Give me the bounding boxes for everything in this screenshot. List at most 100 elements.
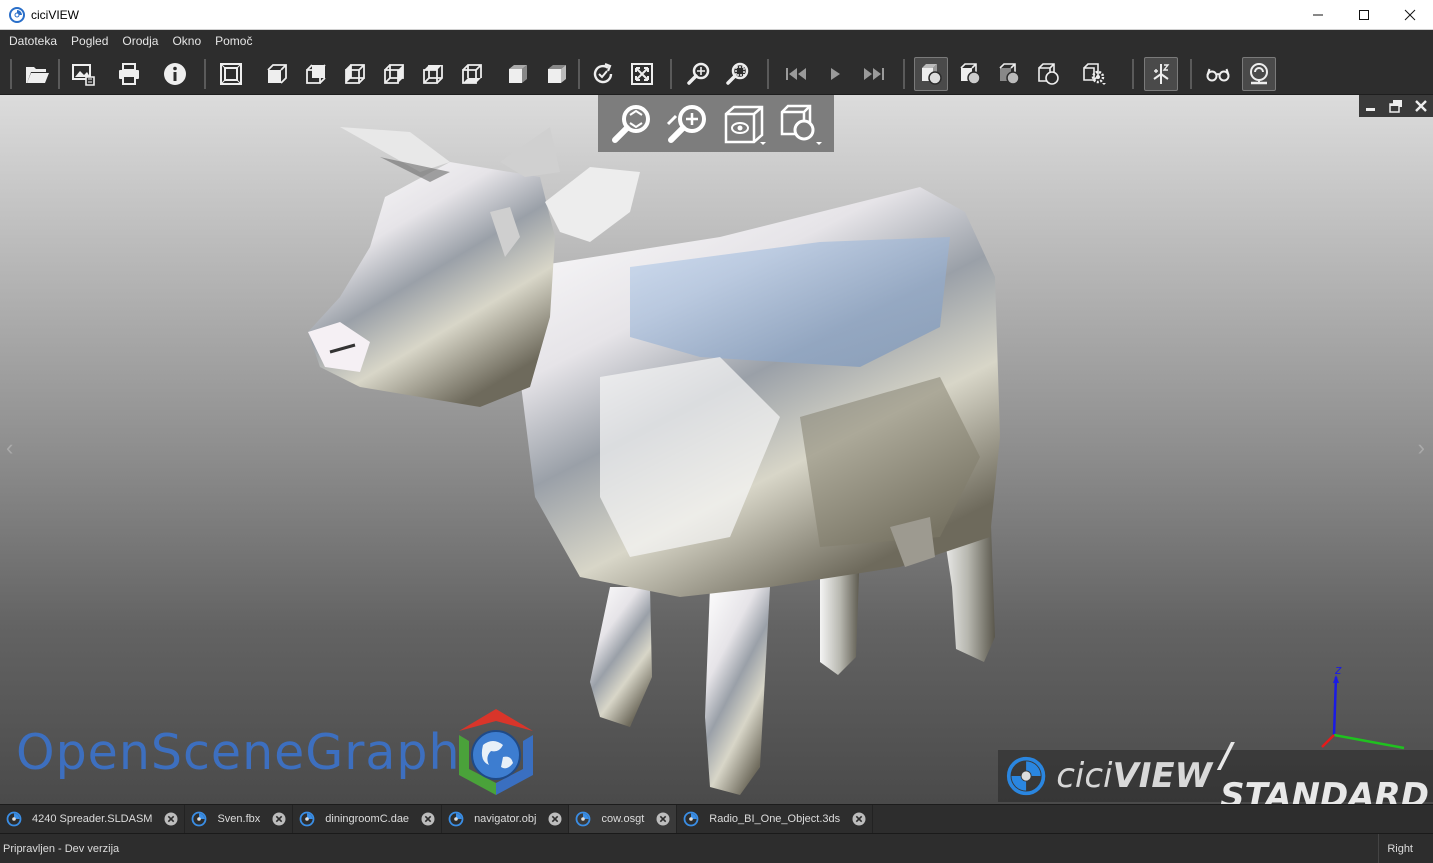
document-tab[interactable]: 4240 Spreader.SLDASM (0, 804, 186, 834)
left-nav-arrow-icon[interactable]: ‹ (6, 435, 13, 461)
shaded-edges-button[interactable] (953, 57, 987, 91)
shaded-edges-icon (960, 63, 981, 85)
wireframe-button[interactable] (1031, 57, 1065, 91)
app-logo-icon (9, 6, 25, 23)
ciciview-file-icon (448, 811, 464, 827)
headlight-icon (1250, 63, 1268, 85)
brand-name: ciciVIEW (1056, 756, 1212, 796)
tab-label: Sven.fbx (217, 813, 261, 825)
zoom-region-icon (726, 62, 749, 85)
view-left-button[interactable] (338, 57, 372, 91)
view-right-icon (384, 64, 404, 84)
first-frame-button[interactable] (779, 57, 813, 91)
tab-close-icon[interactable] (164, 812, 178, 826)
toolbar-separator (767, 59, 769, 89)
ciciview-brand-watermark: ciciVIEW / STANDARD (998, 736, 1433, 804)
maximize-button[interactable] (1341, 0, 1387, 30)
menu-orodja[interactable]: Orodja (115, 30, 165, 53)
view-right-button[interactable] (377, 57, 411, 91)
close-window-button[interactable] (1387, 0, 1433, 30)
axis-z-label: z (1334, 665, 1342, 677)
toolbar-separator (1190, 59, 1192, 89)
last-frame-button[interactable] (857, 57, 891, 91)
view-front-button[interactable] (260, 57, 294, 91)
zoom-region-button[interactable] (721, 57, 755, 91)
document-tab[interactable]: navigator.obj (442, 804, 570, 834)
tab-close-icon[interactable] (852, 812, 866, 826)
close-icon (1404, 9, 1416, 21)
view-iso-button[interactable] (501, 57, 535, 91)
print-button[interactable] (112, 57, 146, 91)
axis-tool-button[interactable] (1144, 57, 1178, 91)
viewport-minimize-icon[interactable] (1364, 99, 1378, 113)
toolbar-separator (903, 59, 905, 89)
status-message: Pripravljen - Dev verzija (3, 842, 120, 855)
axis-tool-icon (1153, 64, 1170, 84)
toolbar-separator (10, 59, 12, 89)
viewport-close-icon[interactable] (1414, 99, 1428, 113)
toolbar-separator (204, 59, 206, 89)
open-folder-icon (26, 67, 49, 83)
shaded-button[interactable] (914, 57, 948, 91)
rotate-icon (593, 62, 613, 84)
openscenegraph-logo: OpenSceneGraph (16, 702, 537, 802)
tab-close-icon[interactable] (272, 812, 286, 826)
view-left-icon (345, 64, 365, 84)
tab-close-icon[interactable] (548, 812, 562, 826)
export-image-button[interactable] (66, 57, 100, 91)
tab-label: cow.osgt (601, 813, 645, 825)
headlight-button[interactable] (1242, 57, 1276, 91)
toolbar-separator (670, 59, 672, 89)
open-button[interactable] (20, 57, 54, 91)
document-tab[interactable]: Radio_BI_One_Object.3ds (677, 804, 874, 834)
rotate-button[interactable] (586, 57, 620, 91)
view-iso-alt-button[interactable] (540, 57, 574, 91)
view-back-button[interactable] (299, 57, 333, 91)
zoom-button[interactable] (682, 57, 716, 91)
view-top-icon (423, 65, 443, 84)
maximize-icon (1359, 10, 1369, 20)
zoom-icon (687, 62, 710, 85)
info-button[interactable] (158, 57, 192, 91)
transparent-icon (999, 63, 1020, 85)
toolbar-separator (578, 59, 580, 89)
document-tab[interactable]: Sven.fbx (185, 804, 294, 834)
viewport-restore-icon[interactable] (1389, 99, 1403, 113)
status-bar: Pripravljen - Dev verzija Right (0, 833, 1433, 863)
view-bottom-button[interactable] (455, 57, 489, 91)
last-frame-icon (864, 68, 884, 80)
view-bottom-icon (462, 64, 482, 84)
right-nav-arrow-icon[interactable]: › (1418, 435, 1425, 461)
toolbar-separator (1132, 59, 1134, 89)
print-icon (119, 63, 139, 85)
minimize-button[interactable] (1295, 0, 1341, 30)
fit-view-icon (220, 63, 242, 85)
display-settings-button[interactable] (1077, 57, 1111, 91)
document-tab[interactable]: diningroomC.dae (293, 804, 443, 834)
first-frame-icon (786, 68, 806, 80)
ciciview-logo-icon (1006, 756, 1046, 796)
view-back-icon (306, 64, 326, 84)
fit-all-button[interactable] (625, 57, 659, 91)
menu-pomoc[interactable]: Pomoč (208, 30, 259, 53)
tab-close-icon[interactable] (656, 812, 670, 826)
3d-viewport[interactable]: ‹ › OpenSceneGraph z ciciVIEW / STANDARD (0, 95, 1433, 804)
document-tab[interactable]: cow.osgt (569, 804, 678, 834)
ciciview-file-icon (192, 811, 207, 827)
transparent-button[interactable] (992, 57, 1026, 91)
play-button[interactable] (818, 57, 852, 91)
tab-close-icon[interactable] (421, 812, 435, 826)
menu-okno[interactable]: Okno (165, 30, 208, 53)
toolbar-separator (58, 59, 60, 89)
stereo-button[interactable] (1201, 57, 1235, 91)
menu-pogled[interactable]: Pogled (64, 30, 115, 53)
cow-3d-model[interactable] (300, 117, 1010, 797)
title-bar: ciciVIEW (0, 0, 1433, 30)
ciciview-file-icon (683, 811, 699, 827)
menu-bar: Datoteka Pogled Orodja Okno Pomoč (0, 30, 1433, 53)
ciciview-file-icon (299, 811, 315, 827)
menu-datoteka[interactable]: Datoteka (2, 30, 64, 53)
fit-view-button[interactable] (214, 57, 248, 91)
openscenegraph-logo-text: OpenSceneGraph (16, 723, 461, 781)
view-top-button[interactable] (416, 57, 450, 91)
